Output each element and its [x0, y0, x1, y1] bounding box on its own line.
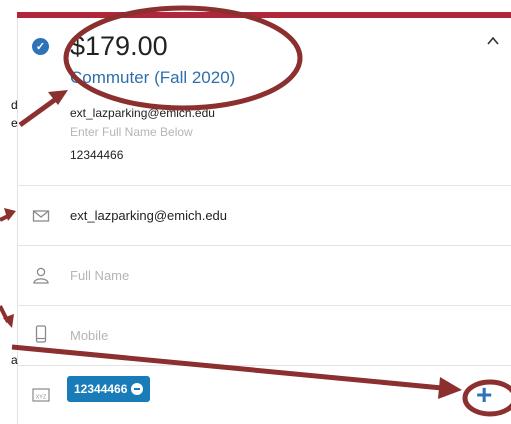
arrow-head-3: [3, 314, 14, 328]
annotation-fragment-1: d: [11, 98, 18, 112]
plus-icon[interactable]: +: [476, 381, 492, 409]
vehicle-badge[interactable]: 12344466: [67, 376, 151, 402]
person-icon: [33, 267, 49, 284]
minus-circle-icon[interactable]: [131, 383, 144, 395]
chevron-up-icon[interactable]: [486, 34, 500, 48]
svg-text:XYZ: XYZ: [36, 394, 47, 400]
full-name-hint: Enter Full Name Below: [70, 125, 193, 139]
phone-icon: [35, 325, 47, 343]
annotation-fragment-2: e: [11, 116, 18, 130]
check-circle-icon[interactable]: ✓: [32, 38, 49, 55]
mobile-field[interactable]: Mobile: [70, 328, 108, 343]
vehicle-badge-label: 12344466: [74, 382, 128, 396]
top-accent-bar: [17, 12, 511, 18]
permit-price: $179.00: [70, 31, 168, 61]
permit-email: ext_lazparking@emich.edu: [70, 106, 215, 120]
permit-id-number: 12344466: [70, 148, 124, 162]
arrow-head-2: [4, 208, 16, 221]
permit-name-link[interactable]: Commuter (Fall 2020): [70, 68, 235, 88]
full-name-row[interactable]: Full Name: [18, 245, 511, 305]
email-row[interactable]: ext_lazparking@emich.edu: [18, 185, 511, 245]
mobile-row[interactable]: Mobile: [18, 305, 511, 365]
annotation-fragment-3: a: [11, 353, 18, 367]
email-field[interactable]: ext_lazparking@emich.edu: [70, 208, 227, 223]
license-plate-icon: XYZ: [32, 388, 50, 402]
full-name-field[interactable]: Full Name: [70, 268, 129, 283]
envelope-icon: [32, 210, 50, 222]
